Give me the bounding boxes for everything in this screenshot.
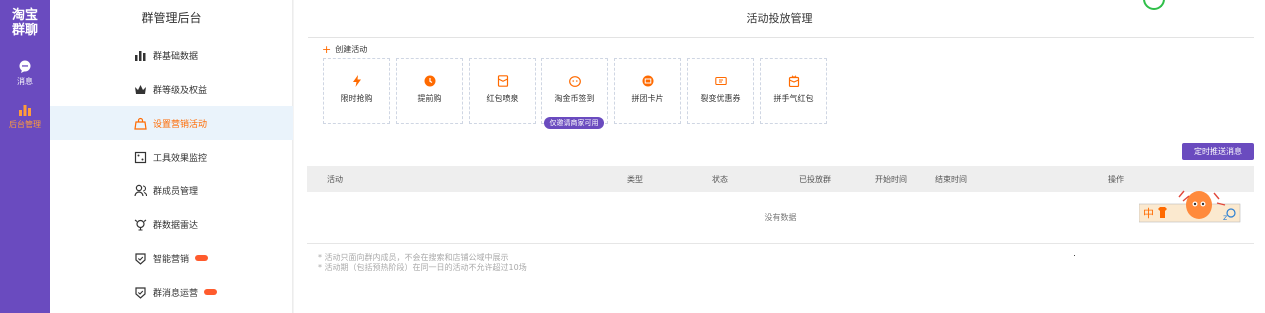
main-panel: 活动投放管理 + 创建活动 限时抢购 提前购 红包喷泉 淘金币签到 仅邀请商家可… bbox=[294, 0, 1265, 313]
shield-check-icon bbox=[135, 286, 146, 299]
coupon-icon bbox=[714, 76, 727, 86]
tool-card-group-buy-card[interactable]: 拼团卡片 bbox=[614, 58, 681, 124]
sidebar-item-smart-marketing[interactable]: 智能营销 bbox=[50, 241, 293, 275]
sidebar-item-group-level[interactable]: 群等级及权益 bbox=[50, 72, 293, 106]
sidebar-item-marketing-activity[interactable]: 设置营销活动 bbox=[50, 106, 293, 140]
bar-chart-icon bbox=[19, 105, 31, 116]
sidebar-item-label: 工具效果监控 bbox=[153, 153, 208, 164]
sidebar-item-label: 群等级及权益 bbox=[153, 85, 208, 96]
clock-icon bbox=[424, 75, 435, 87]
crown-icon bbox=[135, 84, 146, 94]
column-type: 类型 bbox=[627, 175, 643, 184]
column-groups: 已投放群 bbox=[799, 175, 831, 184]
mascot-text: 中 bbox=[1143, 207, 1154, 220]
bar-chart-icon bbox=[135, 50, 146, 61]
sidebar-item-tool-monitor[interactable]: 工具效果监控 bbox=[50, 140, 293, 174]
rail-item-admin[interactable]: 后台管理 bbox=[0, 103, 50, 130]
tool-card-red-envelope-fountain[interactable]: 红包喷泉 bbox=[469, 58, 536, 124]
tool-card-fission-coupon[interactable]: 裂变优惠券 bbox=[687, 58, 754, 124]
chat-bubble-icon bbox=[19, 60, 31, 73]
tool-card-flash-sale[interactable]: 限时抢购 bbox=[323, 58, 390, 124]
sidebar-item-members[interactable]: 群成员管理 bbox=[50, 173, 293, 207]
sidebar-item-group-basic-data[interactable]: 群基础数据 bbox=[50, 38, 293, 72]
lucky-envelope-icon bbox=[788, 75, 799, 87]
sidebar-item-label: 群成员管理 bbox=[153, 186, 199, 197]
tool-card-lucky-red-envelope[interactable]: 拼手气红包 bbox=[760, 58, 827, 124]
title-divider bbox=[308, 37, 1254, 38]
schedule-push-button[interactable]: 定时推送消息 bbox=[1182, 143, 1254, 160]
column-start-time: 开始时间 bbox=[875, 175, 907, 184]
red-envelope-icon bbox=[497, 75, 508, 87]
note-line-2: * 活动期（包括预热阶段）在同一日的活动不允许超过10场 bbox=[318, 263, 527, 272]
monitor-icon bbox=[134, 151, 147, 163]
sidebar-item-label: 群数据雷达 bbox=[153, 220, 199, 231]
new-badge bbox=[204, 289, 218, 295]
radar-icon bbox=[134, 219, 147, 231]
lightning-icon bbox=[352, 75, 361, 87]
sidebar-item-label: 智能营销 bbox=[153, 254, 190, 265]
column-activity: 活动 bbox=[327, 175, 343, 184]
column-end-time: 结束时间 bbox=[935, 175, 967, 184]
sidebar-title: 群管理后台 bbox=[141, 11, 202, 25]
plus-icon: + bbox=[322, 43, 332, 56]
new-badge bbox=[195, 255, 209, 261]
rail-item-messages[interactable]: 消息 bbox=[0, 60, 50, 87]
sidebar-item-data-radar[interactable]: 群数据雷达 bbox=[50, 207, 293, 241]
empty-state: 没有数据 bbox=[764, 213, 797, 222]
app-rail: 淘宝 群聊 消息 后台管理 bbox=[0, 0, 50, 313]
invite-only-pill: 仅邀请商家可用 bbox=[544, 117, 604, 129]
sidebar: 群管理后台 群基础数据 群等级及权益 设置营销活动 工具效果监控 群成员管理 群… bbox=[50, 0, 293, 313]
stray-dot bbox=[1074, 255, 1075, 256]
sidebar-item-label: 群消息运营 bbox=[153, 288, 199, 299]
create-activity-link[interactable]: + 创建活动 bbox=[322, 43, 367, 56]
svg-text:z: z bbox=[1223, 213, 1227, 222]
column-status: 状态 bbox=[712, 175, 728, 184]
group-card-icon bbox=[642, 75, 653, 87]
shield-check-icon bbox=[135, 252, 146, 265]
bag-icon bbox=[134, 117, 147, 130]
members-icon bbox=[134, 184, 147, 196]
status-ring-icon bbox=[1143, 0, 1165, 10]
app-logo[interactable]: 淘宝 群聊 bbox=[0, 8, 50, 38]
table-body: 没有数据 bbox=[307, 192, 1254, 244]
sidebar-item-label: 设置营销活动 bbox=[153, 119, 208, 130]
tool-card-coin-checkin[interactable]: 淘金币签到 bbox=[541, 58, 608, 124]
coin-icon bbox=[568, 76, 581, 87]
sidebar-item-label: 群基础数据 bbox=[153, 51, 199, 62]
column-actions: 操作 bbox=[1108, 175, 1124, 184]
page-title: 活动投放管理 bbox=[746, 12, 813, 25]
tool-card-presale[interactable]: 提前购 bbox=[396, 58, 463, 124]
mascot-banner[interactable]: 中 z bbox=[1139, 187, 1242, 224]
table-header: 活动 类型 状态 已投放群 开始时间 结束时间 操作 bbox=[307, 166, 1254, 192]
sidebar-item-message-ops[interactable]: 群消息运营 bbox=[50, 275, 293, 309]
